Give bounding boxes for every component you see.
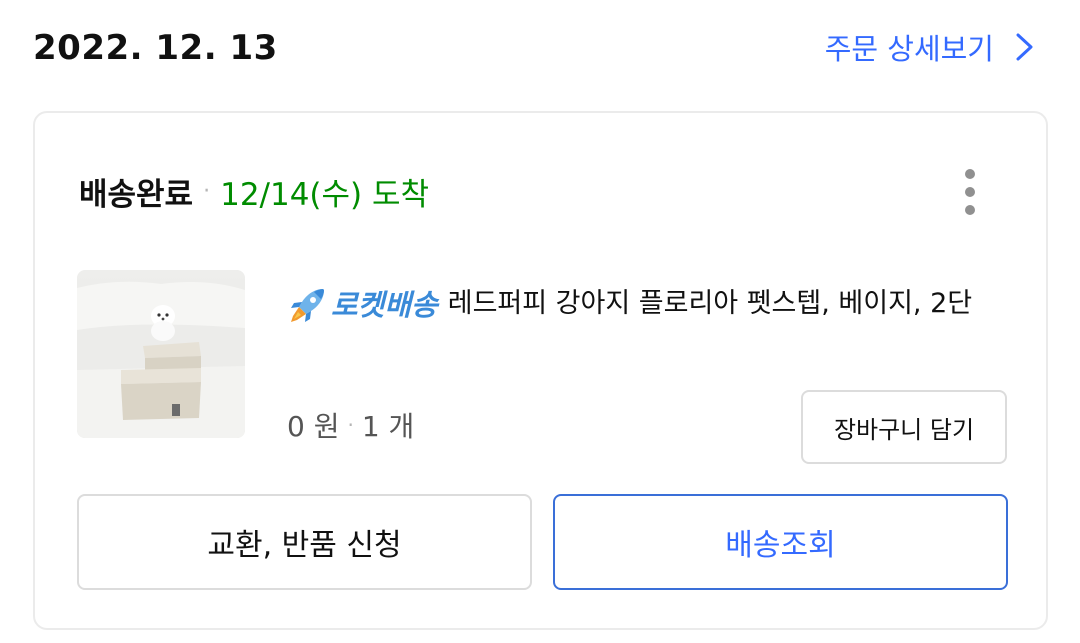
add-to-cart-button[interactable]: 장바구니 담기 [801,390,1007,464]
kebab-menu-icon[interactable] [955,169,985,215]
status-separator: · [203,179,211,204]
delivery-status: 배송완료 [79,177,194,213]
track-delivery-button[interactable]: 배송조회 [553,494,1008,590]
order-detail-link[interactable]: 주문 상세보기 [825,26,1036,68]
rocket-delivery-badge: 로켓배송 [287,278,438,332]
product-name: 레드퍼피 강아지 플로리아 펫스텝, 베이지, 2단 [447,288,973,319]
product-title[interactable]: 로켓배송 레드퍼피 강아지 플로리아 펫스텝, 베이지, 2단 [287,277,1007,332]
price-separator: · [347,413,354,437]
order-detail-label: 주문 상세보기 [824,32,994,66]
order-card: 배송완료 · 12/14(수) 도착 로켓배송 레드퍼피 강아지 플로리아 펫스… [33,111,1048,630]
product-image[interactable] [77,270,245,438]
price-quantity-row: 0 원 · 1 개 [287,405,414,445]
product-price: 0 원 [287,410,340,443]
product-quantity: 1 개 [361,410,415,443]
order-date: 2022. 12. 13 [33,28,278,68]
delivery-status-row: 배송완료 · 12/14(수) 도착 [79,169,429,214]
exchange-return-button[interactable]: 교환, 반품 신청 [77,494,532,590]
order-header: 2022. 12. 13 주문 상세보기 [0,0,1080,100]
chevron-right-icon [1016,33,1033,61]
arrival-date: 12/14(수) 도착 [220,177,430,213]
rocket-delivery-label: 로켓배송 [331,287,438,322]
product-photo [77,270,245,438]
rocket-icon [291,288,324,322]
